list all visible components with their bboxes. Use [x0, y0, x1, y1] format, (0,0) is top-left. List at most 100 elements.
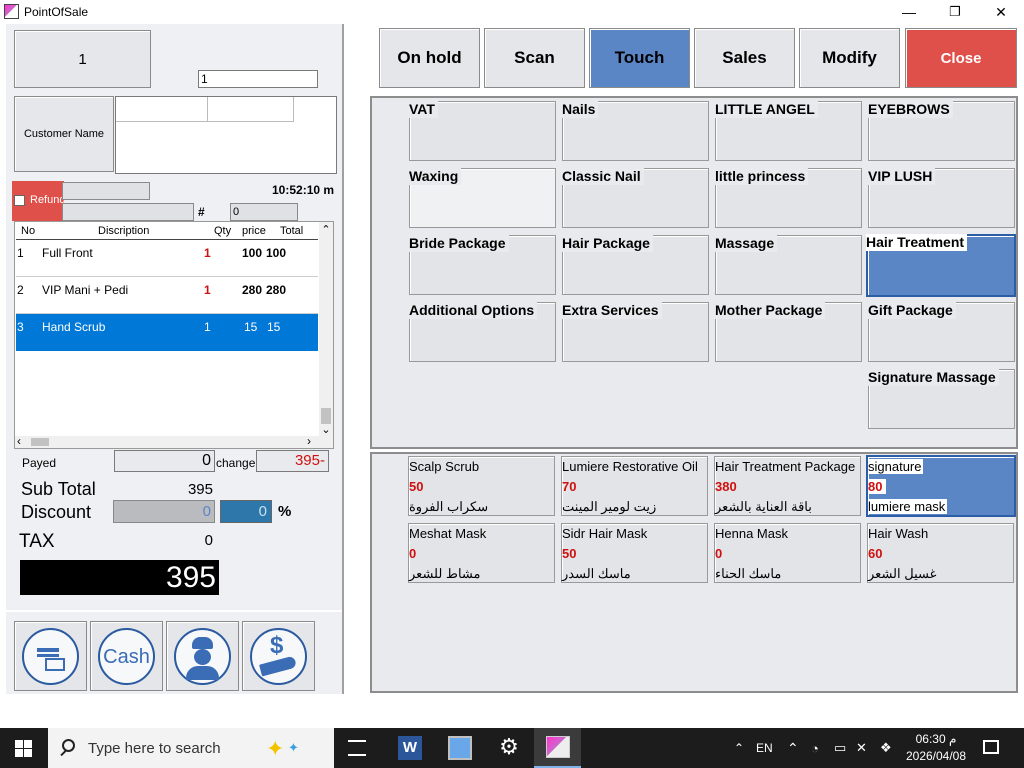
- taskbar-search[interactable]: Type here to search ✦ ✦: [48, 728, 334, 768]
- remote-app-icon[interactable]: [448, 736, 472, 760]
- qty-input[interactable]: 1: [198, 70, 318, 88]
- product-price: 50: [562, 546, 577, 561]
- staff-button[interactable]: [166, 621, 239, 691]
- category-little-princess[interactable]: little princess: [715, 168, 862, 228]
- refund-field[interactable]: [62, 182, 150, 200]
- chef-head: [194, 649, 211, 665]
- product-tile[interactable]: Hair Treatment Package 380 باقة العناية …: [714, 456, 861, 516]
- product-tile[interactable]: Scalp Scrub 50 سكراب الفروة: [408, 456, 555, 516]
- discount-amount-field[interactable]: 0: [113, 500, 215, 523]
- show-hidden-icons[interactable]: ⌃: [787, 728, 799, 768]
- hscroll-thumb[interactable]: [31, 438, 49, 446]
- product-tile[interactable]: Henna Mask 0 ماسك الحناء: [714, 523, 861, 583]
- cash-button[interactable]: Cash: [90, 621, 163, 691]
- customer-field-1[interactable]: [116, 97, 208, 122]
- payed-field[interactable]: 0: [114, 450, 215, 472]
- change-field: 395-: [256, 450, 329, 472]
- on-hold-button[interactable]: On hold: [379, 28, 480, 88]
- product-tile[interactable]: Hair Wash 60 غسيل الشعر: [867, 523, 1014, 583]
- network-icon[interactable]: ◔: [811, 728, 819, 768]
- scan-button[interactable]: Scan: [484, 28, 585, 88]
- category-hair-package[interactable]: Hair Package: [562, 235, 709, 295]
- discount-percent-field[interactable]: 0: [220, 500, 272, 523]
- tray-time[interactable]: 06:30 م: [905, 732, 967, 746]
- card-payment-button[interactable]: [14, 621, 87, 691]
- product-arabic-name: مشاط للشعر: [409, 566, 481, 581]
- touch-button[interactable]: Touch: [589, 28, 690, 88]
- category-signature-massage[interactable]: Signature Massage: [868, 369, 1015, 429]
- close-button[interactable]: Close: [905, 28, 1017, 88]
- row-total: 100: [266, 246, 287, 260]
- windows-start-icon[interactable]: [15, 740, 33, 757]
- barcode-field[interactable]: [62, 203, 194, 221]
- category-little-angel[interactable]: LITTLE ANGEL: [715, 101, 862, 161]
- product-tile-selected[interactable]: signature 80 lumiere mask: [866, 455, 1016, 517]
- table-row[interactable]: 2 VIP Mani + Pedi 1 280 280: [16, 277, 318, 314]
- vertical-scrollbar[interactable]: ⌃ ⌄: [319, 222, 333, 436]
- row-no: 1: [17, 246, 24, 260]
- table-row[interactable]: 1 Full Front 1 100 100: [16, 240, 318, 277]
- row-total: 280: [266, 283, 287, 297]
- notifications-icon[interactable]: [983, 740, 999, 754]
- category-nails[interactable]: Nails: [562, 101, 709, 161]
- scroll-thumb[interactable]: [321, 408, 331, 424]
- category-bride-package[interactable]: Bride Package: [409, 235, 556, 295]
- category-hair-treatment[interactable]: Hair Treatment: [866, 234, 1016, 297]
- category-vip-lush[interactable]: VIP LUSH: [868, 168, 1015, 228]
- product-price: 60: [868, 546, 883, 561]
- subtotal-value: 395: [187, 481, 213, 498]
- grand-total-display: 395: [20, 560, 219, 595]
- tray-date[interactable]: 2026/04/08: [905, 749, 967, 763]
- counter-display[interactable]: 1: [14, 30, 151, 88]
- payment-received-button[interactable]: $: [242, 621, 315, 691]
- row-total: 15: [267, 320, 281, 334]
- category-eyebrows[interactable]: EYEBROWS: [868, 101, 1015, 161]
- product-tile[interactable]: Sidr Hair Mask 50 ماسك السدر: [561, 523, 708, 583]
- chef-body: [186, 666, 219, 680]
- category-additional-options[interactable]: Additional Options: [409, 302, 556, 362]
- hash-field[interactable]: 0: [230, 203, 298, 221]
- category-vat[interactable]: VAT: [409, 101, 556, 161]
- category-gift-package[interactable]: Gift Package: [868, 302, 1015, 362]
- product-name: Henna Mask: [715, 526, 788, 541]
- product-name: Hair Treatment Package: [715, 459, 856, 474]
- close-window-button[interactable]: ✕: [978, 0, 1024, 24]
- items-list[interactable]: No Discription Qty price Total 1 Full Fr…: [14, 221, 334, 449]
- row-price: 15: [244, 320, 258, 334]
- refund-checkbox[interactable]: [14, 195, 25, 206]
- category-massage[interactable]: Massage: [715, 235, 862, 295]
- modify-button[interactable]: Modify: [799, 28, 900, 88]
- category-waxing[interactable]: Waxing: [409, 168, 556, 228]
- product-tile[interactable]: Lumiere Restorative Oil 70 زيت لومير الم…: [561, 456, 708, 516]
- horizontal-scrollbar[interactable]: ‹ ›: [15, 434, 333, 448]
- customer-field-2[interactable]: [208, 97, 294, 122]
- dropbox-icon[interactable]: ❖: [880, 728, 892, 768]
- product-price: 0: [409, 546, 417, 561]
- volume-muted-icon[interactable]: ✕: [856, 728, 867, 768]
- scroll-up-icon[interactable]: ⌃: [319, 222, 333, 238]
- category-mother-package[interactable]: Mother Package: [715, 302, 862, 362]
- refund-button[interactable]: Refund: [12, 181, 64, 221]
- hand-dollar-icon: $: [250, 628, 307, 685]
- battery-icon[interactable]: ▭: [834, 728, 846, 768]
- table-row-selected[interactable]: 3 Hand Scrub 1 15 15: [16, 314, 318, 351]
- product-tile[interactable]: Meshat Mask 0 مشاط للشعر: [408, 523, 555, 583]
- customer-name-box[interactable]: [115, 96, 337, 174]
- category-classic-nail[interactable]: Classic Nail: [562, 168, 709, 228]
- maximize-button[interactable]: ❐: [932, 0, 978, 24]
- col-no-header: No: [21, 225, 36, 237]
- task-view-icon[interactable]: [348, 740, 366, 756]
- category-extra-services[interactable]: Extra Services: [562, 302, 709, 362]
- change-label: change: [216, 456, 256, 470]
- hash-label: #: [198, 205, 205, 219]
- settings-gear-icon[interactable]: ⚙: [497, 736, 521, 760]
- language-indicator[interactable]: EN: [756, 728, 773, 768]
- tray-chevron-icon[interactable]: ⌃: [734, 728, 744, 768]
- scroll-right-icon[interactable]: ›: [307, 434, 311, 448]
- minimize-button[interactable]: —: [886, 0, 932, 24]
- scroll-left-icon[interactable]: ‹: [17, 434, 21, 448]
- sales-button[interactable]: Sales: [694, 28, 795, 88]
- word-icon[interactable]: W: [398, 736, 422, 760]
- pos-taskbar-button[interactable]: [534, 728, 581, 768]
- scroll-down-icon[interactable]: ⌄: [319, 425, 333, 436]
